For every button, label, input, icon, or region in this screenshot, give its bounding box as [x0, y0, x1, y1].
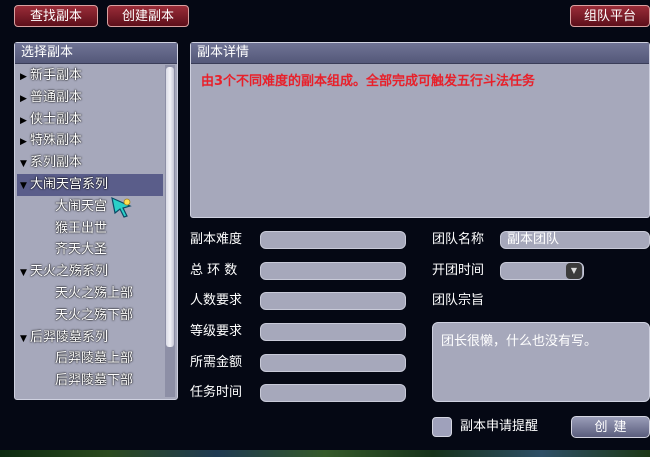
time-field	[260, 384, 406, 402]
select-dungeon-header: 选择副本	[15, 43, 177, 64]
tree-item-label: 齐天大圣	[55, 242, 108, 258]
game-scene-strip	[0, 450, 650, 457]
scrollbar-thumb[interactable]	[166, 67, 174, 347]
tree-item[interactable]: ▼ 后羿陵墓系列	[17, 327, 163, 349]
tree-item-label: 新手副本	[30, 68, 83, 83]
team-name-input[interactable]: 副本团队	[500, 231, 650, 249]
tree-item-label: 天火之殇系列	[30, 264, 109, 280]
expanded-arrow-icon[interactable]: ▼	[20, 176, 30, 198]
difficulty-field	[260, 231, 406, 249]
chevron-down-icon[interactable]: ▼	[566, 263, 582, 279]
level-field	[260, 323, 406, 341]
dungeon-detail-panel: 副本详情 由3个不同难度的副本组成。全部完成可触发五行斗法任务	[190, 42, 650, 218]
tree-item-label: 大闹天宫	[55, 198, 108, 214]
tree-item-label: 猴王出世	[55, 220, 108, 236]
gold-field	[260, 354, 406, 372]
expanded-arrow-icon[interactable]: ▼	[20, 154, 30, 176]
dungeon-tree: ▶ 新手副本 ▶ 普通副本 ▶ 侠士副本 ▶ 特殊副本 ▼ 系列副本 ▼ 大闹天宫系列 大闹天宫 猴王出世…	[17, 65, 163, 397]
create-dungeon-button[interactable]: 创建副本	[107, 5, 189, 27]
dungeon-description: 由3个不同难度的副本组成。全部完成可触发五行斗法任务	[201, 74, 536, 89]
tree-item[interactable]: ▶ 普通副本	[17, 87, 163, 109]
tree-item-label: 大闹天宫系列	[30, 176, 109, 192]
reminder-label: 副本申请提醒	[460, 419, 539, 434]
tree-item[interactable]: 齐天大圣	[17, 239, 163, 261]
tree-item[interactable]: ▼ 系列副本	[17, 152, 163, 174]
reminder-checkbox[interactable]	[432, 417, 452, 437]
tree-item-label: 后羿陵墓下部	[55, 373, 134, 389]
tree-item-label: 侠士副本	[30, 111, 83, 127]
tree-item[interactable]: ▶ 新手副本	[17, 65, 163, 87]
tree-item[interactable]: 大闹天宫	[17, 196, 163, 218]
tree-item-label: 系列副本	[30, 155, 83, 171]
cursor-icon	[111, 196, 132, 218]
open-time-select[interactable]: ▼	[500, 262, 584, 280]
team-motto-label: 团队宗旨	[432, 293, 485, 308]
team-motto-text: 团长很懒，什么也没有写。	[441, 334, 598, 349]
find-dungeon-button[interactable]: 查找副本	[14, 5, 98, 27]
tree-item-label: 普通副本	[30, 89, 83, 105]
tree-item[interactable]: 天火之殇上部	[17, 283, 163, 305]
tree-item[interactable]: ▶ 侠士副本	[17, 109, 163, 131]
gold-label: 所需金额	[190, 355, 243, 370]
select-dungeon-panel: 选择副本 ▶ 新手副本 ▶ 普通副本 ▶ 侠士副本 ▶ 特殊副本 ▼ 系列副本 ▼ 大闹天宫系列 大闹天…	[14, 42, 178, 400]
people-field	[260, 292, 406, 310]
tree-item[interactable]: 后羿陵墓下部	[17, 370, 163, 392]
collapsed-arrow-icon[interactable]: ▶	[20, 67, 30, 89]
create-button[interactable]: 创建	[571, 416, 650, 438]
collapsed-arrow-icon[interactable]: ▶	[20, 132, 30, 154]
time-label: 任务时间	[190, 385, 243, 400]
team-name-label: 团队名称	[432, 232, 485, 247]
expanded-arrow-icon[interactable]: ▼	[20, 263, 30, 285]
tree-item[interactable]: 后羿陵墓上部	[17, 348, 163, 370]
collapsed-arrow-icon[interactable]: ▶	[20, 111, 30, 133]
tree-item[interactable]: ▼ 大闹天宫系列	[17, 173, 163, 198]
level-label: 等级要求	[190, 324, 243, 339]
tree-item[interactable]: 猴王出世	[17, 218, 163, 240]
tree-item-label: 特殊副本	[30, 133, 83, 149]
team-motto-box[interactable]: 团长很懒，什么也没有写。	[432, 322, 650, 402]
tree-item[interactable]: 天火之殇下部	[17, 305, 163, 327]
tree-item-label: 后羿陵墓系列	[30, 329, 109, 345]
tree-item[interactable]: ▼ 天火之殇系列	[17, 261, 163, 283]
tree-item[interactable]: ▶ 特殊副本	[17, 130, 163, 152]
collapsed-arrow-icon[interactable]: ▶	[20, 89, 30, 111]
tree-item-label: 后羿陵墓上部	[55, 351, 134, 367]
open-time-label: 开团时间	[432, 263, 485, 278]
team-platform-button[interactable]: 组队平台	[570, 5, 650, 27]
rounds-label: 总 环 数	[190, 263, 238, 278]
people-label: 人数要求	[190, 293, 243, 308]
tree-scrollbar[interactable]	[165, 65, 175, 397]
expanded-arrow-icon[interactable]: ▼	[20, 329, 30, 351]
rounds-field	[260, 262, 406, 280]
tree-item-label: 天火之殇上部	[55, 285, 134, 301]
difficulty-label: 副本难度	[190, 232, 243, 247]
dungeon-detail-header: 副本详情	[191, 43, 649, 64]
tree-item-label: 天火之殇下部	[55, 307, 134, 323]
